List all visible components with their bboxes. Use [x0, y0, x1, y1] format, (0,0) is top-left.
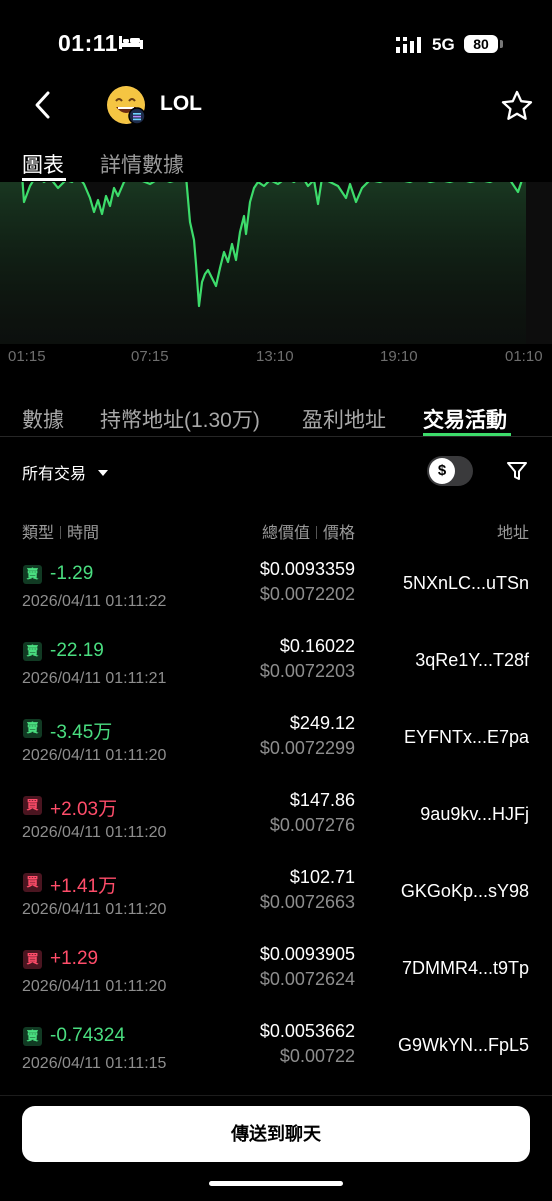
- trade-price: $0.0072624: [259, 969, 355, 989]
- trade-amount: -22.19: [50, 640, 104, 661]
- network-type: 5G: [432, 35, 455, 54]
- back-chevron-icon[interactable]: [30, 88, 58, 122]
- trade-timestamp: 2026/04/11 01:11:15: [22, 1055, 167, 1072]
- filter-funnel-icon[interactable]: [505, 459, 529, 483]
- trade-address[interactable]: GKGoKp...sY98: [401, 881, 529, 902]
- trade-timestamp: 2026/04/11 01:11:22: [22, 593, 167, 610]
- tab-profit-addresses[interactable]: 盈利地址: [302, 404, 386, 434]
- trade-price: $0.0072663: [259, 892, 355, 912]
- trade-price: $0.007276: [269, 815, 355, 835]
- tab-data[interactable]: 數據: [22, 404, 64, 434]
- column-header-total-price: 總價值 價格: [262, 519, 355, 543]
- divider: [0, 436, 552, 437]
- tab-chart[interactable]: 圖表: [22, 149, 64, 179]
- chart-area-fill: [0, 182, 526, 344]
- tab-trade-activity[interactable]: 交易活動: [423, 404, 507, 434]
- tab-details[interactable]: 詳情數據: [100, 149, 184, 179]
- trade-row[interactable]: 買 +1.29 2026/04/11 01:11:20 $0.0093905 $…: [0, 938, 552, 1015]
- status-time: 01:11: [58, 30, 119, 56]
- token-title: LOL: [160, 92, 202, 115]
- trade-amount: -1.29: [50, 563, 94, 584]
- trade-amount: +1.29: [50, 948, 99, 969]
- trade-row[interactable]: 買 +2.03万 2026/04/11 01:11:20 $147.86 $0.…: [0, 784, 552, 861]
- sell-badge: 賣: [23, 642, 42, 661]
- trade-filter-label: 所有交易: [22, 466, 87, 483]
- home-indicator: [209, 1181, 343, 1186]
- trade-address[interactable]: 3qRe1Y...T28f: [415, 650, 529, 671]
- trade-timestamp: 2026/04/11 01:11:20: [22, 747, 167, 764]
- trade-address[interactable]: G9WkYN...FpL5: [398, 1035, 529, 1056]
- price-chart[interactable]: [0, 182, 552, 344]
- trade-amount: +2.03万: [50, 799, 118, 820]
- chart-x-tick: 01:10: [505, 348, 543, 365]
- trade-address[interactable]: 5NXnLC...uTSn: [403, 573, 529, 594]
- trade-row[interactable]: 賣 -3.45万 2026/04/11 01:11:20 $249.12 $0.…: [0, 707, 552, 784]
- column-address: 地址: [496, 525, 529, 542]
- sell-badge: 賣: [23, 719, 42, 738]
- trade-total-value: $147.86: [289, 790, 355, 810]
- trade-total-value: $102.71: [289, 867, 355, 887]
- token-avatar: [107, 86, 146, 125]
- trade-total-value: $0.0093359: [259, 559, 355, 579]
- battery-tip: [500, 40, 503, 48]
- trade-total-value: $249.12: [289, 713, 355, 733]
- chart-x-tick: 13:10: [256, 348, 294, 365]
- column-time: 時間: [67, 525, 100, 542]
- send-to-chat-button[interactable]: 傳送到聊天: [22, 1106, 530, 1162]
- trade-total-value: $0.0053662: [259, 1021, 355, 1041]
- trade-amount: -0.74324: [50, 1025, 126, 1046]
- trade-price: $0.0072203: [259, 661, 355, 681]
- dollar-icon: $: [429, 458, 455, 484]
- trade-total-value: $0.0093905: [259, 944, 355, 964]
- trade-row[interactable]: 買 +1.41万 2026/04/11 01:11:20 $102.71 $0.…: [0, 861, 552, 938]
- trade-row[interactable]: 賣 -1.29 2026/04/11 01:11:22 $0.0093359 $…: [0, 553, 552, 630]
- buy-badge: 買: [23, 796, 42, 815]
- usd-toggle[interactable]: $: [427, 456, 473, 486]
- trade-timestamp: 2026/04/11 01:11:20: [22, 901, 167, 918]
- tab-holders[interactable]: 持幣地址(1.30万): [100, 404, 260, 434]
- trade-price: $0.0072202: [259, 584, 355, 604]
- trade-filter-dropdown[interactable]: 所有交易: [22, 460, 110, 484]
- column-type: 類型: [22, 525, 55, 542]
- sell-badge: 賣: [23, 1027, 42, 1046]
- trade-timestamp: 2026/04/11 01:11:21: [22, 670, 167, 687]
- trade-address[interactable]: 7DMMR4...t9Tp: [402, 958, 529, 979]
- buy-badge: 買: [23, 873, 42, 892]
- tab-chart-underline: [22, 178, 66, 181]
- sell-badge: 賣: [23, 565, 42, 584]
- trade-price: $0.0072299: [259, 738, 355, 758]
- buy-badge: 買: [23, 950, 42, 969]
- sleep-bed-icon: [119, 36, 143, 49]
- star-icon[interactable]: [499, 88, 535, 124]
- trade-amount: -3.45万: [50, 722, 113, 743]
- trade-price: $0.00722: [279, 1046, 355, 1066]
- trade-address[interactable]: 9au9kv...HJFj: [420, 804, 529, 825]
- trade-amount: +1.41万: [50, 876, 118, 897]
- trade-total-value: $0.16022: [279, 636, 355, 656]
- chevron-down-icon: [98, 470, 109, 476]
- signal-bars-icon: [396, 37, 421, 53]
- battery-level: 80: [464, 35, 498, 53]
- column-price: 價格: [322, 525, 355, 542]
- chart-x-tick: 01:15: [8, 348, 46, 365]
- column-total: 總價值: [261, 525, 310, 542]
- column-header-type-time: 類型 時間: [22, 519, 99, 543]
- trade-address[interactable]: EYFNTx...E7pa: [404, 727, 529, 748]
- trade-row[interactable]: 賣 -22.19 2026/04/11 01:11:21 $0.16022 $0…: [0, 630, 552, 707]
- chart-x-tick: 19:10: [380, 348, 418, 365]
- trade-timestamp: 2026/04/11 01:11:20: [22, 824, 167, 841]
- chart-x-tick: 07:15: [131, 348, 169, 365]
- trade-row[interactable]: 賣 -0.74324 2026/04/11 01:11:15 $0.005366…: [0, 1015, 552, 1092]
- trade-timestamp: 2026/04/11 01:11:20: [22, 978, 167, 995]
